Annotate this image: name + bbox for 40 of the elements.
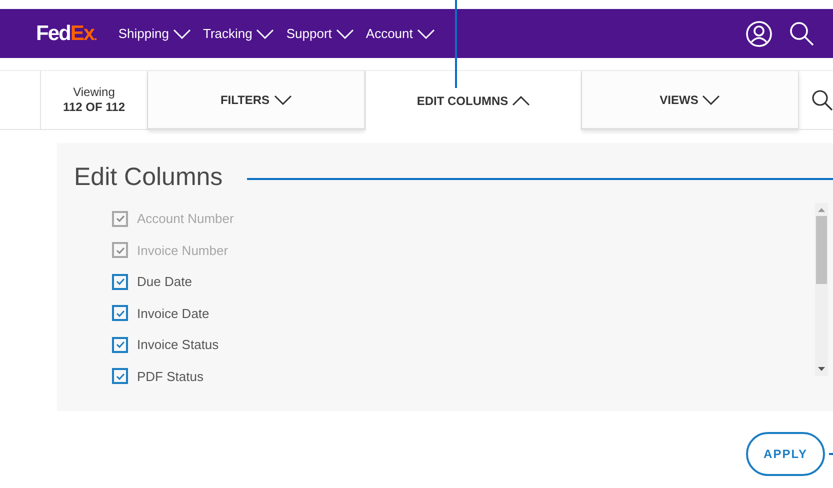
nav-menu[interactable]: Tracking bbox=[202, 24, 274, 44]
checkmark-icon bbox=[116, 278, 124, 286]
search-icon[interactable] bbox=[789, 20, 815, 46]
scroll-thumb[interactable] bbox=[816, 216, 827, 284]
scrollbar[interactable] bbox=[815, 203, 828, 376]
scroll-down-icon[interactable] bbox=[818, 366, 825, 372]
checkmark-icon bbox=[116, 246, 124, 254]
nav-menu[interactable]: Support bbox=[286, 24, 354, 44]
checkmark-icon bbox=[116, 341, 124, 348]
nav-menu[interactable]: Shipping bbox=[118, 24, 191, 44]
checkbox[interactable] bbox=[112, 368, 128, 384]
account-icon[interactable] bbox=[745, 20, 773, 48]
checkbox[interactable] bbox=[112, 336, 128, 353]
chevron-up-icon bbox=[512, 96, 530, 106]
chevron-down-icon bbox=[416, 28, 435, 38]
checkmark-icon bbox=[116, 310, 124, 317]
panel-title: Edit Columns bbox=[74, 162, 223, 193]
chevron-down-icon bbox=[336, 28, 354, 38]
fedex-logo[interactable]: FedEx. bbox=[36, 18, 96, 50]
apply-button[interactable]: APPLY bbox=[746, 432, 825, 476]
viewing-count: 112 OF 112 bbox=[62, 99, 126, 115]
toolbar-tab[interactable]: EDIT COLUMNS bbox=[365, 71, 582, 130]
column-option[interactable]: Invoice Date bbox=[112, 298, 815, 329]
checkmark-icon bbox=[116, 215, 124, 222]
chevron-down-icon bbox=[274, 94, 292, 104]
viewing-label: Viewing bbox=[73, 85, 115, 99]
checkbox[interactable] bbox=[112, 305, 128, 322]
toolbar-tab[interactable]: VIEWS bbox=[582, 71, 799, 130]
nav-menu[interactable]: Account bbox=[366, 24, 435, 44]
column-option[interactable]: PDF Status bbox=[112, 360, 815, 392]
checkbox[interactable] bbox=[112, 274, 128, 290]
toolbar-tab[interactable]: FILTERS bbox=[148, 71, 365, 130]
chevron-down-icon bbox=[256, 28, 274, 38]
chevron-down-icon bbox=[702, 94, 720, 104]
checkmark-icon bbox=[116, 372, 124, 380]
column-option[interactable]: Invoice Status bbox=[112, 329, 815, 360]
scroll-up-icon[interactable] bbox=[818, 207, 825, 213]
search-icon[interactable] bbox=[811, 89, 833, 111]
column-option[interactable]: Due Date bbox=[112, 266, 815, 298]
chevron-down-icon bbox=[172, 28, 191, 38]
